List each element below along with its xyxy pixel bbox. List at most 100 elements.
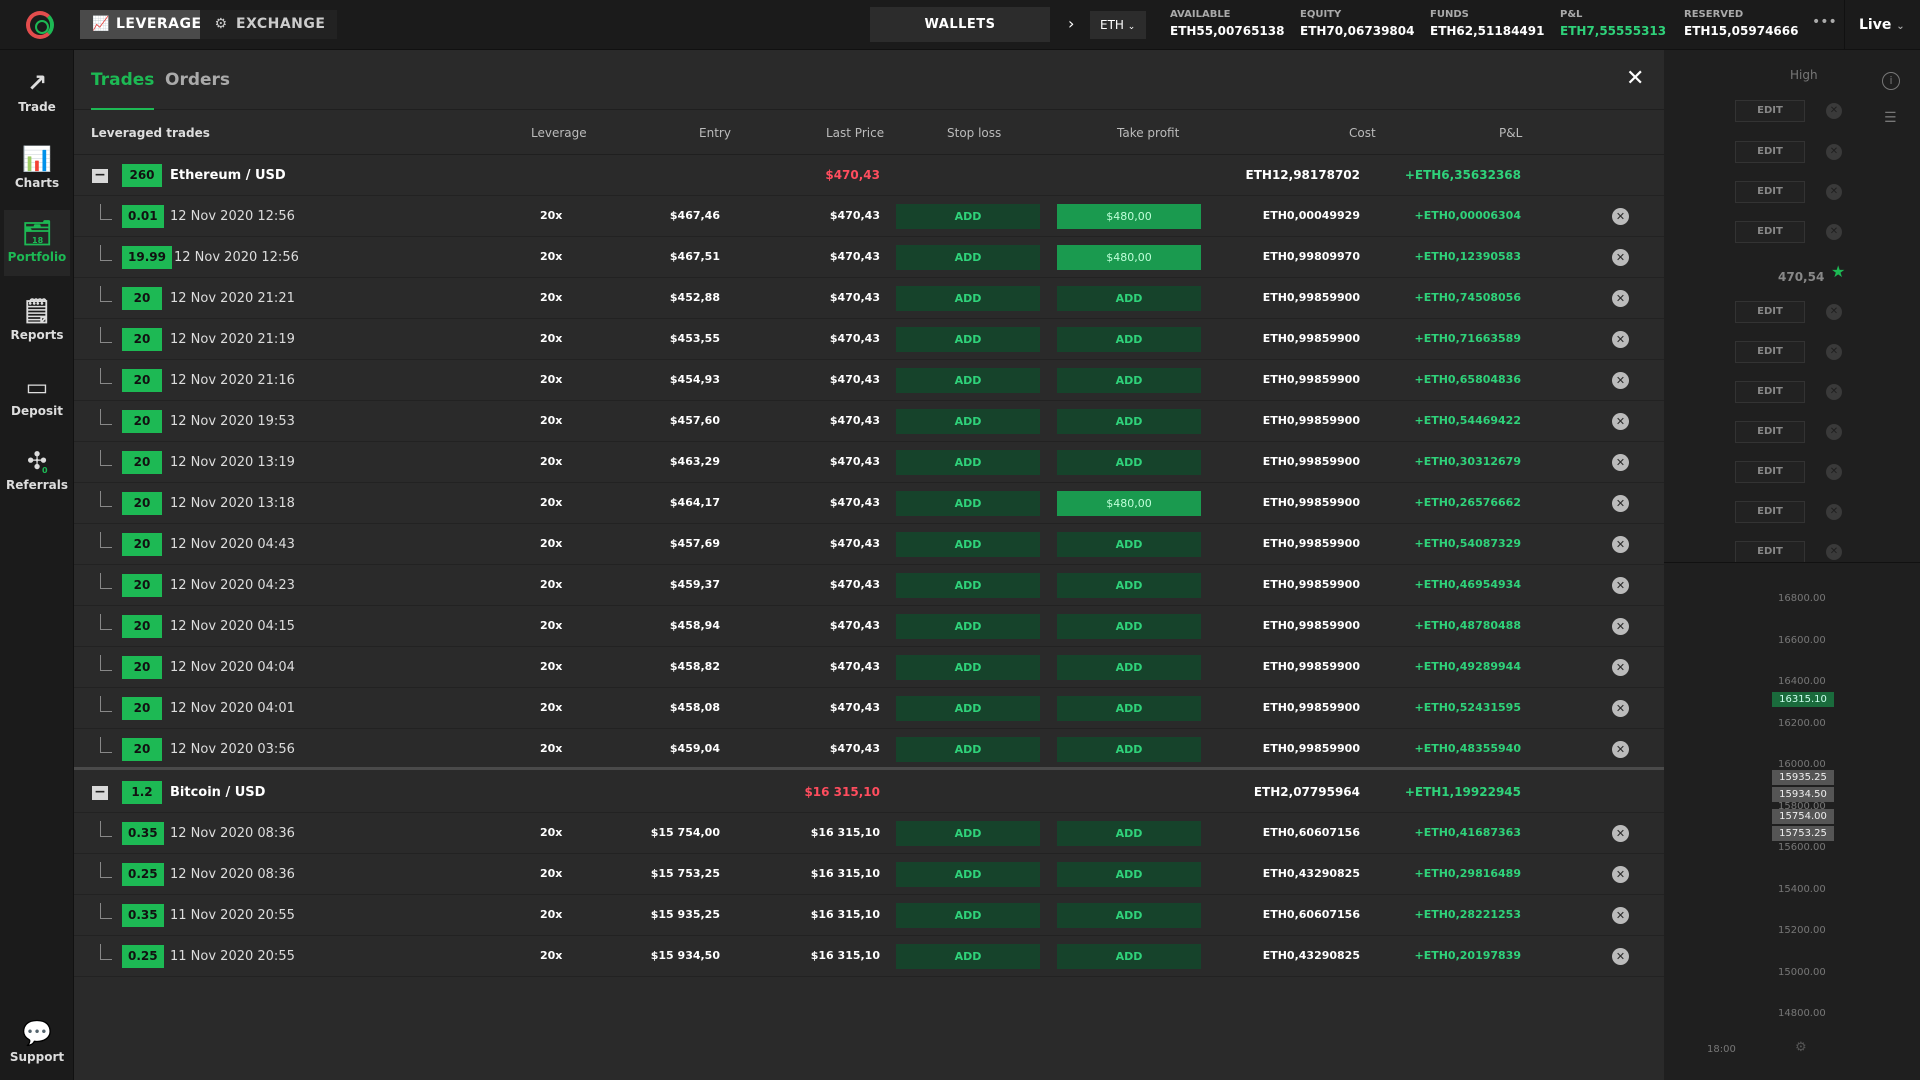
stop-loss-add-button[interactable]: ADD [896, 573, 1040, 598]
background-remove-icon[interactable]: ✕ [1826, 184, 1842, 200]
stop-loss-add-button[interactable]: ADD [896, 696, 1040, 721]
list-settings-icon[interactable]: ☰ [1884, 110, 1897, 126]
background-edit-button[interactable]: EDIT [1735, 541, 1805, 563]
close-trade-icon[interactable]: ✕ [1612, 495, 1629, 512]
take-profit-button[interactable]: $480,00 [1057, 204, 1201, 229]
tab-trades[interactable]: Trades [91, 70, 155, 110]
collapse-icon[interactable]: − [92, 168, 108, 183]
brand-logo-icon[interactable] [26, 11, 54, 39]
sidebar-item-charts[interactable]: 📊 Charts [4, 136, 70, 202]
background-edit-button[interactable]: EDIT [1735, 341, 1805, 363]
close-icon[interactable]: ✕ [1626, 66, 1644, 91]
take-profit-button[interactable]: ADD [1057, 655, 1201, 680]
take-profit-button[interactable]: ADD [1057, 327, 1201, 352]
star-icon[interactable]: ★ [1831, 262, 1845, 281]
take-profit-button[interactable]: ADD [1057, 573, 1201, 598]
sidebar-item-support[interactable]: 💬 Support [4, 1010, 70, 1076]
close-trade-icon[interactable]: ✕ [1612, 536, 1629, 553]
background-edit-button[interactable]: EDIT [1735, 461, 1805, 483]
stop-loss-add-button[interactable]: ADD [896, 327, 1040, 352]
background-edit-button[interactable]: EDIT [1735, 100, 1805, 122]
close-trade-icon[interactable]: ✕ [1612, 948, 1629, 965]
close-trade-icon[interactable]: ✕ [1612, 208, 1629, 225]
close-trade-icon[interactable]: ✕ [1612, 249, 1629, 266]
close-trade-icon[interactable]: ✕ [1612, 700, 1629, 717]
sidebar-item-deposit[interactable]: ▭ Deposit [4, 364, 70, 430]
stop-loss-add-button[interactable]: ADD [896, 614, 1040, 639]
close-trade-icon[interactable]: ✕ [1612, 454, 1629, 471]
stop-loss-add-button[interactable]: ADD [896, 286, 1040, 311]
close-trade-icon[interactable]: ✕ [1612, 331, 1629, 348]
info-icon[interactable]: i [1882, 72, 1900, 90]
stop-loss-add-button[interactable]: ADD [896, 903, 1040, 928]
close-trade-icon[interactable]: ✕ [1612, 290, 1629, 307]
stop-loss-add-button[interactable]: ADD [896, 204, 1040, 229]
take-profit-button[interactable]: $480,00 [1057, 491, 1201, 516]
take-profit-button[interactable]: ADD [1057, 944, 1201, 969]
sidebar-item-portfolio[interactable]: 🗂 18 Portfolio [4, 210, 70, 276]
sidebar-item-referrals[interactable]: ✣ 0 Referrals [4, 438, 70, 504]
background-edit-button[interactable]: EDIT [1735, 301, 1805, 323]
background-edit-button[interactable]: EDIT [1735, 141, 1805, 163]
background-remove-icon[interactable]: ✕ [1826, 224, 1842, 240]
background-remove-icon[interactable]: ✕ [1826, 384, 1842, 400]
background-remove-icon[interactable]: ✕ [1826, 304, 1842, 320]
stop-loss-add-button[interactable]: ADD [896, 862, 1040, 887]
take-profit-button[interactable]: ADD [1057, 737, 1201, 762]
close-trade-icon[interactable]: ✕ [1612, 659, 1629, 676]
take-profit-button[interactable]: ADD [1057, 696, 1201, 721]
wallets-button[interactable]: WALLETS [870, 7, 1050, 42]
take-profit-button[interactable]: ADD [1057, 409, 1201, 434]
take-profit-button[interactable]: $480,00 [1057, 245, 1201, 270]
more-options-icon[interactable]: ••• [1812, 14, 1837, 30]
close-trade-icon[interactable]: ✕ [1612, 577, 1629, 594]
close-trade-icon[interactable]: ✕ [1612, 741, 1629, 758]
chart-settings-icon[interactable]: ⚙ [1795, 1040, 1807, 1055]
close-trade-icon[interactable]: ✕ [1612, 372, 1629, 389]
exchange-mode-button[interactable]: ⚙ EXCHANGE [200, 10, 338, 39]
chevron-right-icon[interactable]: › [1068, 14, 1074, 33]
live-mode-select[interactable]: Live ⌄ [1844, 0, 1920, 50]
background-edit-button[interactable]: EDIT [1735, 501, 1805, 523]
background-remove-icon[interactable]: ✕ [1826, 103, 1842, 119]
leverage-mode-button[interactable]: 📈 LEVERAGE [80, 10, 214, 39]
background-remove-icon[interactable]: ✕ [1826, 144, 1842, 160]
stop-loss-add-button[interactable]: ADD [896, 944, 1040, 969]
background-remove-icon[interactable]: ✕ [1826, 544, 1842, 560]
stop-loss-add-button[interactable]: ADD [896, 368, 1040, 393]
close-trade-icon[interactable]: ✕ [1612, 866, 1629, 883]
stop-loss-add-button[interactable]: ADD [896, 737, 1040, 762]
background-remove-icon[interactable]: ✕ [1826, 504, 1842, 520]
close-trade-icon[interactable]: ✕ [1612, 825, 1629, 842]
stop-loss-add-button[interactable]: ADD [896, 821, 1040, 846]
sidebar-item-reports[interactable]: 🗒 Reports [4, 288, 70, 354]
background-edit-button[interactable]: EDIT [1735, 181, 1805, 203]
take-profit-button[interactable]: ADD [1057, 821, 1201, 846]
background-edit-button[interactable]: EDIT [1735, 421, 1805, 443]
stop-loss-add-button[interactable]: ADD [896, 409, 1040, 434]
take-profit-button[interactable]: ADD [1057, 450, 1201, 475]
background-remove-icon[interactable]: ✕ [1826, 344, 1842, 360]
stop-loss-add-button[interactable]: ADD [896, 245, 1040, 270]
sidebar-item-trade[interactable]: ↗ Trade [4, 60, 70, 126]
take-profit-button[interactable]: ADD [1057, 286, 1201, 311]
take-profit-button[interactable]: ADD [1057, 903, 1201, 928]
tab-orders[interactable]: Orders [165, 70, 230, 108]
close-trade-icon[interactable]: ✕ [1612, 618, 1629, 635]
stop-loss-add-button[interactable]: ADD [896, 491, 1040, 516]
take-profit-button[interactable]: ADD [1057, 368, 1201, 393]
background-edit-button[interactable]: EDIT [1735, 221, 1805, 243]
background-remove-icon[interactable]: ✕ [1826, 424, 1842, 440]
take-profit-button[interactable]: ADD [1057, 862, 1201, 887]
stop-loss-add-button[interactable]: ADD [896, 655, 1040, 680]
take-profit-button[interactable]: ADD [1057, 614, 1201, 639]
close-trade-icon[interactable]: ✕ [1612, 413, 1629, 430]
background-remove-icon[interactable]: ✕ [1826, 464, 1842, 480]
stop-loss-add-button[interactable]: ADD [896, 450, 1040, 475]
take-profit-button[interactable]: ADD [1057, 532, 1201, 557]
stop-loss-add-button[interactable]: ADD [896, 532, 1040, 557]
close-trade-icon[interactable]: ✕ [1612, 907, 1629, 924]
background-edit-button[interactable]: EDIT [1735, 381, 1805, 403]
collapse-icon[interactable]: − [92, 785, 108, 800]
currency-select[interactable]: ETH ⌄ [1090, 11, 1146, 39]
